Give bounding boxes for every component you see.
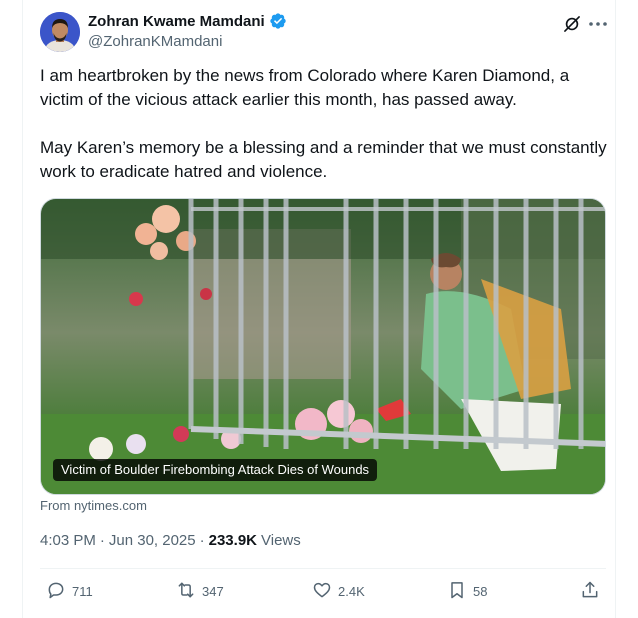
divider-top <box>40 568 606 569</box>
bookmark-icon <box>447 580 467 603</box>
verified-badge-icon <box>269 12 287 30</box>
reply-button[interactable]: 711 <box>46 580 93 603</box>
views-label: Views <box>261 532 301 549</box>
grok-icon[interactable] <box>562 14 582 34</box>
like-icon <box>312 580 332 603</box>
display-name[interactable]: Zohran Kwame Mamdani <box>88 13 265 30</box>
tweet-date[interactable]: Jun 30, 2025 <box>109 532 196 549</box>
more-options-icon[interactable] <box>586 12 610 36</box>
tweet-meta: 4:03 PM · Jun 30, 2025 · 233.9K Views <box>40 532 301 549</box>
repost-button[interactable]: 347 <box>176 580 224 603</box>
share-icon <box>580 580 600 603</box>
media-card[interactable]: Victim of Boulder Firebombing Attack Die… <box>40 198 606 495</box>
views-count: 233.9K <box>208 532 257 549</box>
tweet-text: I am heartbroken by the news from Colora… <box>40 66 607 181</box>
like-count: 2.4K <box>338 584 365 599</box>
tweet-header: Zohran Kwame Mamdani @ZohranKMamdani <box>40 12 610 52</box>
article-photo <box>41 199 605 494</box>
bookmark-count: 58 <box>473 584 488 599</box>
meta-separator: · <box>99 532 105 549</box>
reply-icon <box>46 580 66 603</box>
name-row: Zohran Kwame Mamdani <box>88 12 287 30</box>
avatar[interactable] <box>40 12 80 52</box>
like-button[interactable]: 2.4K <box>312 580 365 603</box>
bookmark-button[interactable]: 58 <box>447 580 487 603</box>
tweet-time[interactable]: 4:03 PM <box>40 532 96 549</box>
card-border-left <box>22 0 23 618</box>
link-source[interactable]: From nytimes.com <box>40 498 147 513</box>
card-border-right <box>615 0 616 618</box>
repost-count: 347 <box>202 584 224 599</box>
meta-separator-2: · <box>199 532 205 549</box>
repost-icon <box>176 580 196 603</box>
media-caption: Victim of Boulder Firebombing Attack Die… <box>53 459 378 481</box>
reply-count: 711 <box>72 584 93 599</box>
action-bar: 711 347 2.4K 58 <box>40 570 606 616</box>
handle[interactable]: @ZohranKMamdani <box>88 33 222 50</box>
avatar-image <box>40 12 80 52</box>
share-button[interactable] <box>580 580 600 603</box>
